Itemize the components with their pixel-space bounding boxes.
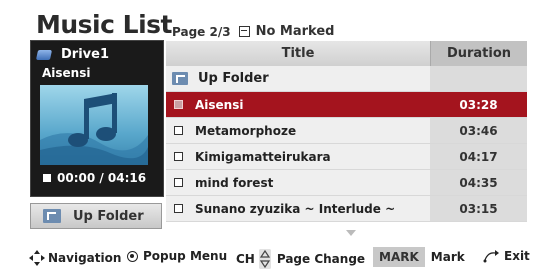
up-folder-row[interactable]: Up Folder [166, 66, 527, 92]
mark-checkbox[interactable] [174, 126, 183, 135]
hint-page-change: CH Page Change [236, 249, 365, 269]
marked-status: No Marked [238, 24, 335, 39]
mark-checkbox[interactable] [174, 152, 183, 161]
folder-up-icon [43, 209, 61, 223]
track-title: Sunano zyuzika ~ Interlude ~ [195, 201, 396, 216]
track-title: mind forest [195, 175, 274, 190]
mark-checkbox[interactable] [174, 178, 183, 187]
track-row[interactable]: Aisensi 03:28 [166, 92, 527, 118]
now-playing-info: Drive1 Aisensi 00:00 / 04:16 [30, 40, 164, 197]
up-folder-button-label: Up Folder [73, 208, 144, 224]
track-duration: 04:35 [430, 170, 527, 195]
playback-time-label: 00:00 / 04:16 [57, 171, 147, 185]
channel-updown-icon [258, 249, 271, 269]
track-name: Aisensi [42, 66, 91, 80]
hint-mark-label: Mark [430, 250, 465, 264]
track-row[interactable]: mind forest 04:35 [166, 170, 527, 196]
up-folder-button[interactable]: Up Folder [30, 203, 162, 229]
column-header-duration: Duration [430, 41, 527, 66]
ok-button-icon [127, 250, 138, 262]
hint-popup-menu-label: Popup Menu [143, 249, 228, 263]
music-list: Title Duration Up Folder Aisensi 03:28 M… [166, 41, 527, 227]
track-row[interactable]: Kimigamatteirukara 04:17 [166, 144, 527, 170]
marked-status-label: No Marked [255, 24, 335, 39]
navigation-arrows-icon [29, 250, 45, 266]
scroll-down-icon[interactable] [346, 230, 356, 236]
stop-icon [43, 174, 51, 182]
hint-exit-label: Exit [504, 249, 530, 263]
page-info: Page 2/3 No Marked [172, 24, 334, 39]
track-duration: 04:17 [430, 144, 527, 169]
column-header-title: Title [166, 41, 430, 66]
up-folder-row-label: Up Folder [198, 71, 269, 86]
list-body: Up Folder Aisensi 03:28 Metamorphoze 03:… [166, 66, 527, 222]
track-duration: 03:15 [430, 196, 527, 221]
hint-popup-menu: Popup Menu [127, 249, 227, 263]
mark-checkbox[interactable] [174, 100, 183, 109]
mark-checkbox[interactable] [174, 204, 183, 213]
track-row[interactable]: Metamorphoze 03:46 [166, 118, 527, 144]
playback-time: 00:00 / 04:16 [43, 171, 146, 185]
hint-navigation-label: Navigation [48, 251, 122, 265]
track-title: Aisensi [195, 97, 244, 112]
album-art [40, 85, 148, 165]
ch-label: CH [236, 252, 255, 266]
folder-up-icon [172, 72, 188, 85]
track-duration: 03:46 [430, 118, 527, 143]
mark-key-badge: MARK [373, 247, 425, 267]
footer-hints: Navigation Popup Menu CH Page Change MAR… [0, 244, 551, 270]
track-title: Kimigamatteirukara [195, 149, 331, 164]
track-duration: 03:28 [430, 92, 527, 117]
hint-page-change-label: Page Change [276, 252, 366, 266]
page-indicator: Page 2/3 [172, 24, 231, 39]
checkbox-icon [238, 26, 250, 37]
drive-row: Drive1 [35, 47, 109, 62]
list-header: Title Duration [166, 41, 527, 66]
hint-mark: MARK Mark [373, 247, 465, 267]
page-title: Music List [36, 10, 172, 39]
now-playing-panel: Drive1 Aisensi 00:00 / 04:16 Up Folder [30, 40, 164, 231]
usb-drive-icon [35, 49, 53, 60]
drive-label: Drive1 [61, 47, 109, 62]
music-note-icon [68, 93, 117, 147]
exit-arrow-icon [483, 250, 499, 263]
duration-cell [430, 66, 527, 91]
hint-navigation: Navigation [28, 249, 121, 267]
track-row[interactable]: Sunano zyuzika ~ Interlude ~ 03:15 [166, 196, 527, 222]
track-title: Metamorphoze [195, 123, 297, 138]
hint-exit: Exit [482, 249, 530, 263]
